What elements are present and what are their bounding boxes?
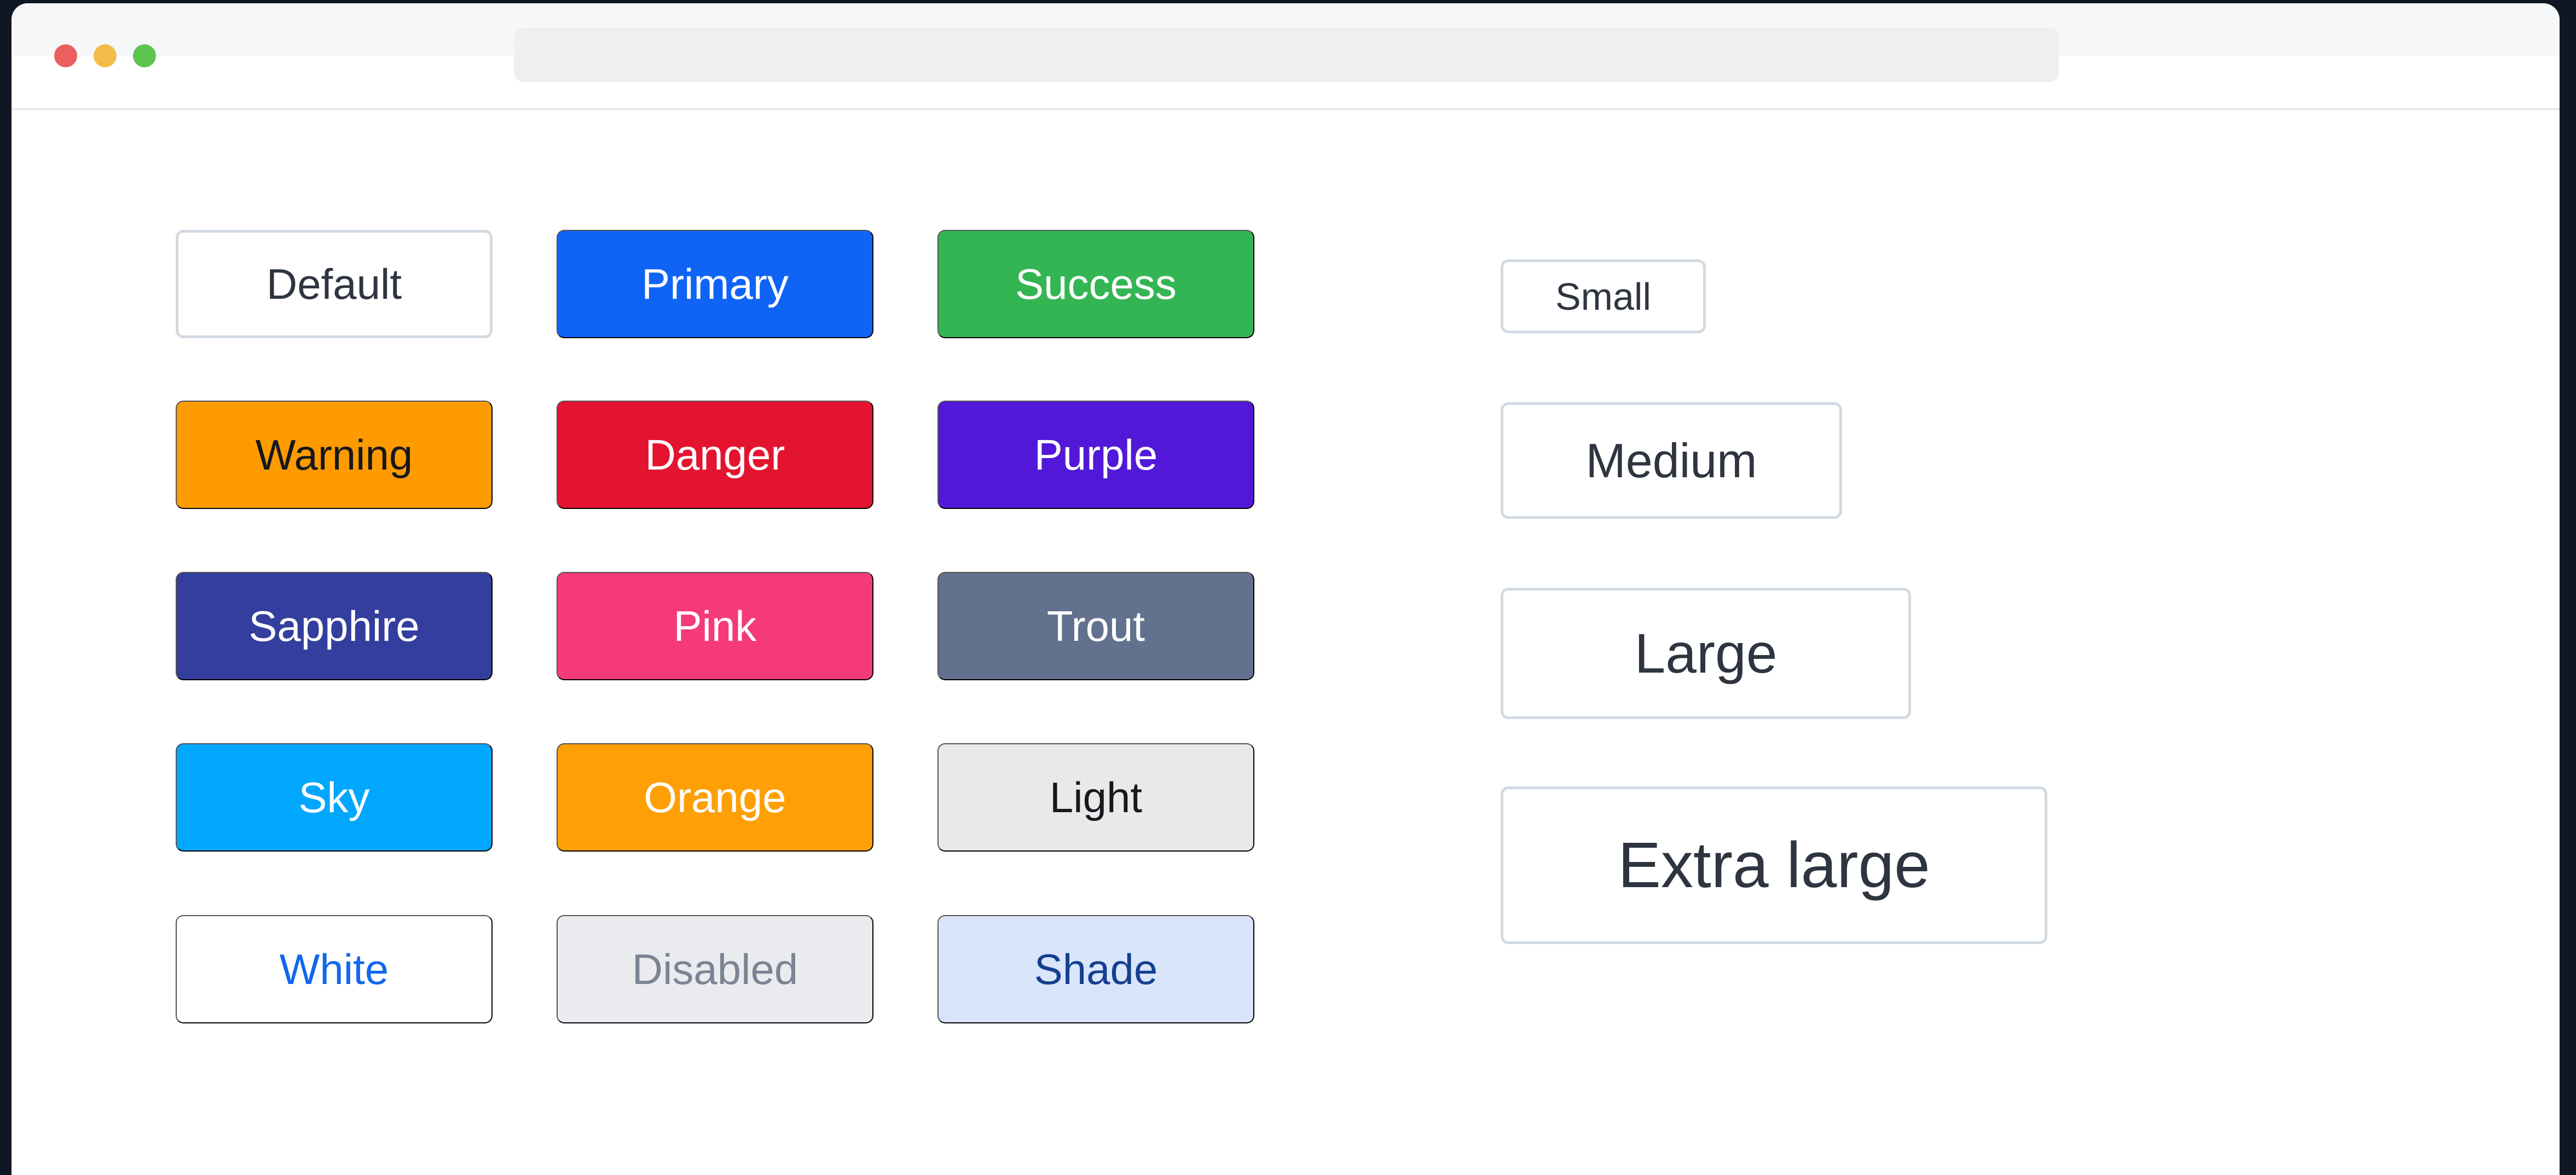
orange-button[interactable]: Orange (557, 743, 873, 852)
minimize-window-dot[interactable] (94, 44, 117, 67)
shade-button[interactable]: Shade (937, 915, 1254, 1023)
primary-button[interactable]: Primary (557, 230, 873, 338)
close-window-dot[interactable] (54, 44, 77, 67)
large-button[interactable]: Large (1501, 588, 1911, 719)
trout-button[interactable]: Trout (937, 572, 1254, 680)
address-bar[interactable] (514, 28, 2059, 82)
sapphire-button[interactable]: Sapphire (176, 572, 493, 680)
purple-button[interactable]: Purple (937, 401, 1254, 509)
browser-window: Default Primary Success Warning Danger P… (11, 3, 2560, 1175)
white-button[interactable]: White (176, 915, 493, 1023)
default-button[interactable]: Default (176, 230, 493, 338)
small-button[interactable]: Small (1501, 259, 1706, 333)
extra-large-button[interactable]: Extra large (1501, 786, 2047, 944)
medium-button[interactable]: Medium (1501, 402, 1842, 519)
disabled-button: Disabled (557, 915, 873, 1023)
pink-button[interactable]: Pink (557, 572, 873, 680)
light-button[interactable]: Light (937, 743, 1254, 852)
window-titlebar (11, 3, 2560, 110)
success-button[interactable]: Success (937, 230, 1254, 338)
danger-button[interactable]: Danger (557, 401, 873, 509)
maximize-window-dot[interactable] (133, 44, 156, 67)
warning-button[interactable]: Warning (176, 401, 493, 509)
sky-button[interactable]: Sky (176, 743, 493, 852)
